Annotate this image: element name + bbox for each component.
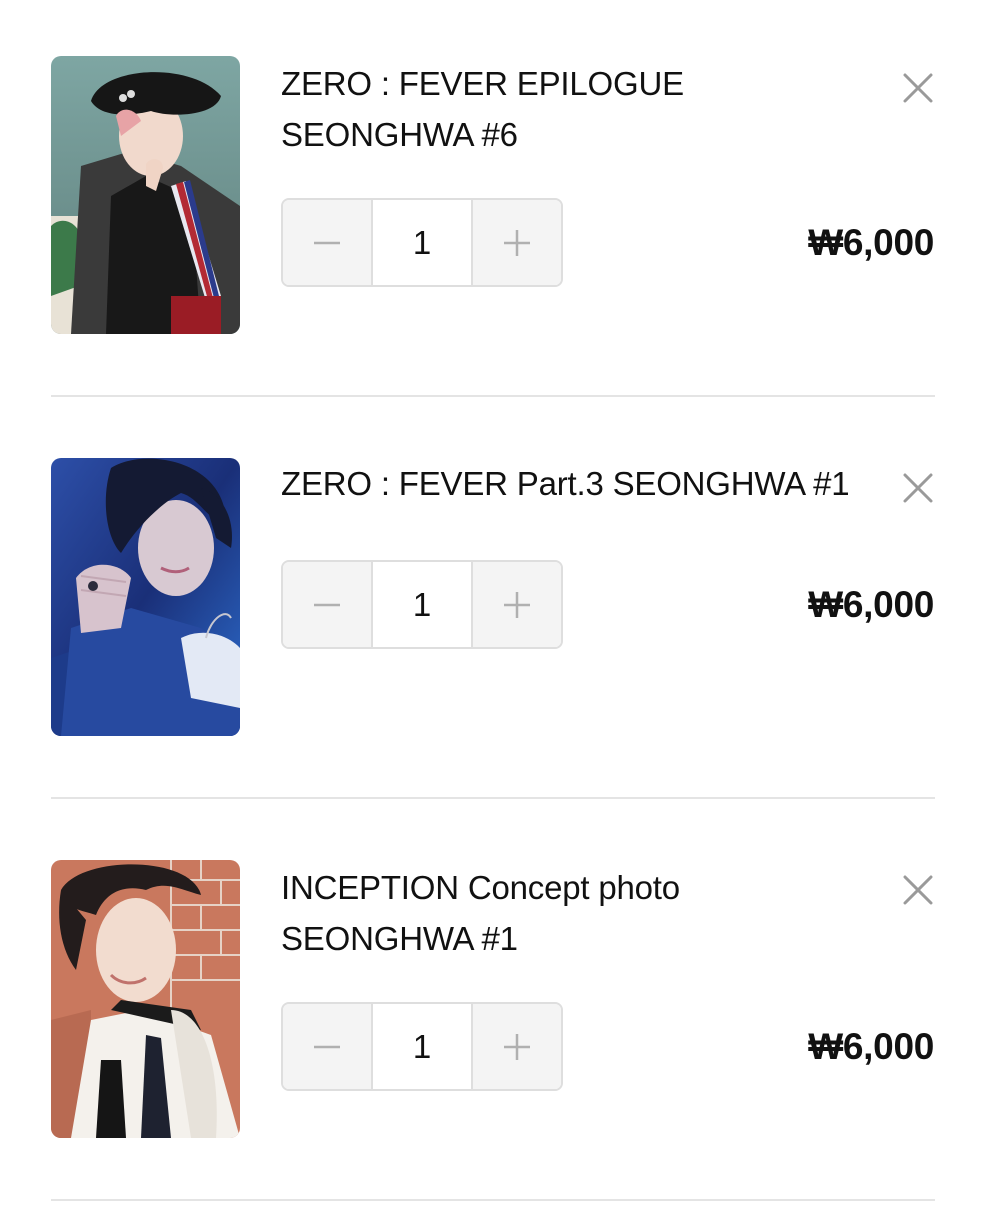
photocard-image [51,860,240,1138]
quantity-stepper: 1 [281,560,563,649]
plus-icon [504,591,530,618]
remove-item-button[interactable] [900,70,936,106]
plus-icon [504,1033,530,1060]
item-price: ₩6,000 [808,222,934,263]
plus-icon [504,229,530,256]
photocard-image [51,56,240,334]
quantity-value[interactable]: 1 [371,562,473,647]
cart-item: INCEPTION Concept photo SEONGHWA #1 1 ₩6… [0,804,985,1206]
product-title-line: INCEPTION Concept photo [281,869,680,906]
product-title-line: ZERO : FEVER Part.3 SEONGHWA #1 [281,465,850,502]
minus-icon [314,603,340,606]
item-price: ₩6,000 [808,1026,934,1067]
increase-quantity-button[interactable] [473,200,561,285]
close-icon [903,73,933,103]
decrease-quantity-button[interactable] [283,562,371,647]
product-title[interactable]: INCEPTION Concept photo SEONGHWA #1 [281,862,881,964]
product-title-line: ZERO : FEVER EPILOGUE [281,65,684,102]
product-title-line: SEONGHWA #6 [281,116,518,153]
cart-item: ZERO : FEVER Part.3 SEONGHWA #1 1 ₩6,000 [0,402,985,804]
quantity-stepper: 1 [281,198,563,287]
remove-item-button[interactable] [900,872,936,908]
product-photo[interactable] [51,56,240,334]
photocard-image [51,458,240,736]
item-price: ₩6,000 [808,584,934,625]
quantity-stepper: 1 [281,1002,563,1091]
minus-icon [314,1045,340,1048]
remove-item-button[interactable] [900,470,936,506]
divider [51,395,935,397]
product-photo[interactable] [51,458,240,736]
decrease-quantity-button[interactable] [283,200,371,285]
product-title[interactable]: ZERO : FEVER EPILOGUE SEONGHWA #6 [281,58,881,160]
product-photo[interactable] [51,860,240,1138]
product-title-line: SEONGHWA #1 [281,920,518,957]
increase-quantity-button[interactable] [473,1004,561,1089]
increase-quantity-button[interactable] [473,562,561,647]
product-title[interactable]: ZERO : FEVER Part.3 SEONGHWA #1 [281,458,881,509]
close-icon [903,875,933,905]
decrease-quantity-button[interactable] [283,1004,371,1089]
quantity-value[interactable]: 1 [371,1004,473,1089]
cart-list: ZERO : FEVER EPILOGUE SEONGHWA #6 1 ₩6,0… [0,0,985,1201]
close-icon [903,473,933,503]
divider [51,797,935,799]
divider [51,1199,935,1201]
quantity-value[interactable]: 1 [371,200,473,285]
cart-item: ZERO : FEVER EPILOGUE SEONGHWA #6 1 ₩6,0… [0,0,985,402]
minus-icon [314,241,340,244]
